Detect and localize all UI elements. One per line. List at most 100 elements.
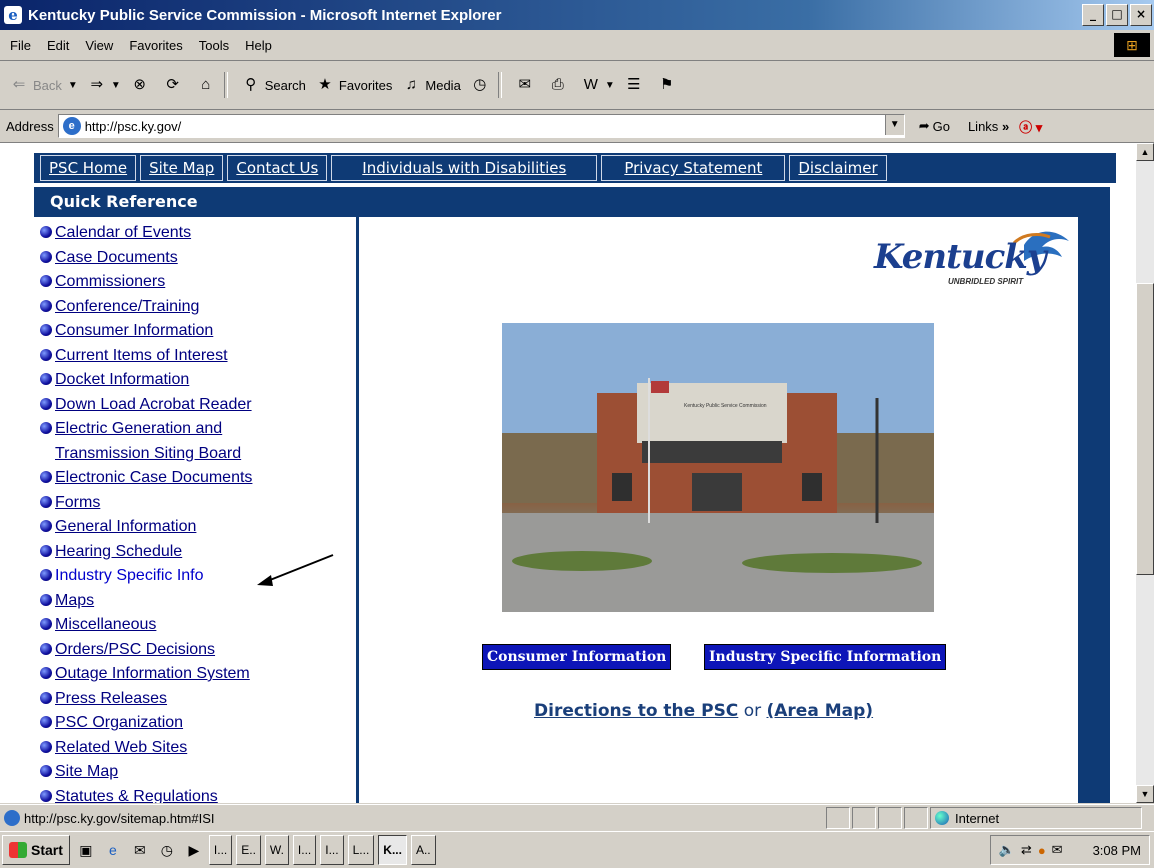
quick-reference-link[interactable]: Down Load Acrobat Reader [55,393,252,418]
address-dropdown-icon[interactable]: ▼ [884,115,904,135]
forward-button[interactable]: ⇒ ▼ [86,74,121,96]
quick-reference-link[interactable]: Site Map [55,760,118,785]
refresh-button[interactable]: ⟳ [162,74,187,96]
taskbar-item-8[interactable]: A.. [410,835,436,865]
quick-reference-item[interactable]: Calendar of Events [40,221,356,246]
quick-reference-link[interactable]: Calendar of Events [55,221,191,246]
quick-reference-item[interactable]: Orders/PSC Decisions [40,638,356,663]
quick-reference-item[interactable]: Outage Information System [40,662,356,687]
quick-reference-item[interactable]: Conference/Training [40,295,356,320]
nav-psc-home[interactable]: PSC Home [40,155,137,181]
nav-disclaimer[interactable]: Disclaimer [789,155,887,181]
quick-reference-link[interactable]: Hearing Schedule [55,540,182,565]
menu-view[interactable]: View [85,38,113,53]
links-button[interactable]: Links » [968,119,1009,134]
quick-reference-link[interactable]: Outage Information System [55,662,250,687]
quick-reference-item[interactable]: Down Load Acrobat Reader [40,393,356,418]
taskbar-item-2[interactable]: E.. [236,835,261,865]
quicklaunch-ie-icon[interactable]: e [102,839,124,861]
quick-reference-link[interactable]: Industry Specific Info [55,564,204,589]
nav-disabilities[interactable]: Individuals with Disabilities [331,155,598,181]
security-icon[interactable]: ● [1038,843,1046,858]
quick-reference-link[interactable]: Orders/PSC Decisions [55,638,215,663]
taskbar-item-7[interactable]: K... [378,835,407,865]
network-icon[interactable]: ⇄ [1021,842,1032,858]
quick-reference-item[interactable]: Forms [40,491,356,516]
media-button[interactable]: ♫ Media [400,74,461,96]
print-button[interactable]: ⎙ [547,74,572,96]
menu-tools[interactable]: Tools [199,38,229,53]
scroll-up-icon[interactable]: ▲ [1136,143,1154,161]
industry-specific-information-button[interactable]: Industry Specific Information [704,644,947,670]
edit-button[interactable]: W ▼ [580,74,615,96]
home-button[interactable]: ⌂ [195,74,220,96]
quick-reference-item[interactable]: Consumer Information [40,319,356,344]
menu-edit[interactable]: Edit [47,38,69,53]
close-button[interactable]: × [1130,4,1152,26]
back-button[interactable]: ⇐ Back ▼ [8,74,78,96]
quick-reference-link[interactable]: Miscellaneous [55,613,156,638]
quick-reference-link[interactable]: Electric Generation and Transmission Sit… [55,417,285,466]
research-button[interactable]: ⚑ [656,74,681,96]
quicklaunch-media-icon[interactable]: ▶ [183,839,205,861]
quicklaunch-outlook-icon[interactable]: ✉ [129,839,151,861]
quicklaunch-clock-icon[interactable]: ◷ [156,839,178,861]
go-button[interactable]: ➦ Go [919,118,950,134]
nav-privacy[interactable]: Privacy Statement [601,155,786,181]
mail-tray-icon[interactable]: ✉ [1052,842,1063,858]
acrobat-icon[interactable]: ⓐ ▾ [1019,117,1042,136]
mail-button[interactable]: ✉ [514,74,539,96]
stop-button[interactable]: ⊗ [129,74,154,96]
taskbar-item-6[interactable]: L... [347,835,375,865]
scroll-thumb[interactable] [1136,283,1154,575]
quick-reference-link[interactable]: Maps [55,589,94,614]
history-button[interactable]: ◷ [469,74,494,96]
quick-reference-link[interactable]: PSC Organization [55,711,183,736]
address-input[interactable]: e http://psc.ky.gov/ ▼ [57,114,905,138]
quick-reference-item[interactable]: Related Web Sites [40,736,356,761]
quick-reference-link[interactable]: Commissioners [55,270,165,295]
quick-reference-link[interactable]: General Information [55,515,196,540]
quicklaunch-desktop-icon[interactable]: ▣ [75,839,97,861]
minimize-button[interactable]: _ [1082,4,1104,26]
area-map-link[interactable]: (Area Map) [767,701,874,721]
scroll-down-icon[interactable]: ▼ [1136,785,1154,803]
quick-reference-item[interactable]: Miscellaneous [40,613,356,638]
volume-icon[interactable]: 🔈 [999,842,1015,858]
menu-help[interactable]: Help [245,38,272,53]
quick-reference-link[interactable]: Press Releases [55,687,167,712]
search-button[interactable]: ⚲ Search [240,74,306,96]
quick-reference-item[interactable]: Docket Information [40,368,356,393]
taskbar-item-4[interactable]: I... [292,835,317,865]
menu-file[interactable]: File [10,38,31,53]
taskbar-item-5[interactable]: I... [320,835,344,865]
quick-reference-item[interactable]: Current Items of Interest [40,344,356,369]
quick-reference-item[interactable]: Case Documents [40,246,356,271]
maximize-button[interactable]: □ [1106,4,1128,26]
start-button[interactable]: Start [2,835,70,865]
consumer-information-button[interactable]: Consumer Information [482,644,672,670]
quick-reference-item[interactable]: Commissioners [40,270,356,295]
discuss-button[interactable]: ☰ [623,74,648,96]
nav-site-map[interactable]: Site Map [140,155,224,181]
quick-reference-link[interactable]: Forms [55,491,100,516]
quick-reference-item[interactable]: PSC Organization [40,711,356,736]
quick-reference-link[interactable]: Electronic Case Documents [55,466,252,491]
quick-reference-link[interactable]: Conference/Training [55,295,199,320]
quick-reference-link[interactable]: Consumer Information [55,319,213,344]
quick-reference-link[interactable]: Docket Information [55,368,189,393]
quick-reference-link[interactable]: Current Items of Interest [55,344,228,369]
quick-reference-item[interactable]: Press Releases [40,687,356,712]
menu-favorites[interactable]: Favorites [129,38,182,53]
taskbar-item-3[interactable]: W. [264,835,289,865]
dropdown-arrow-icon[interactable]: ▼ [605,80,615,91]
quick-reference-link[interactable]: Statutes & Regulations [55,785,218,804]
dropdown-arrow-icon[interactable]: ▼ [111,80,121,91]
quick-reference-item[interactable]: Statutes & Regulations [40,785,356,804]
quick-reference-item[interactable]: Electronic Case Documents [40,466,356,491]
quick-reference-item[interactable]: Electric Generation and Transmission Sit… [40,417,356,466]
quick-reference-item[interactable]: General Information [40,515,356,540]
quick-reference-item[interactable]: Site Map [40,760,356,785]
directions-link[interactable]: Directions to the PSC [534,701,738,721]
favorites-button[interactable]: ★ Favorites [314,74,392,96]
